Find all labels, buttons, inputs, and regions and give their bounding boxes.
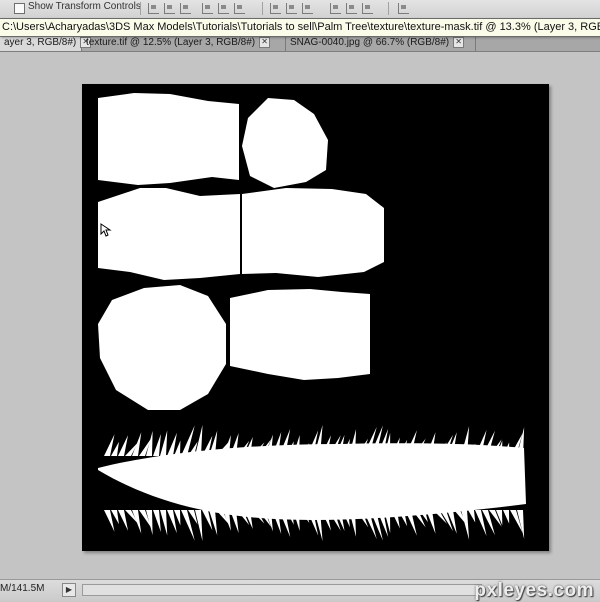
pxleyes-watermark: pxleyes.com	[474, 580, 594, 601]
align-right-edges-icon[interactable]	[234, 3, 245, 14]
toolbar-separator	[388, 2, 389, 15]
frond-spike	[167, 432, 177, 456]
align-bottom-edges-icon[interactable]	[180, 3, 191, 14]
workspace[interactable]	[0, 52, 600, 579]
distribute-left-icon[interactable]	[330, 3, 341, 14]
frond-spike	[160, 510, 168, 536]
close-icon[interactable]: ✕	[453, 36, 465, 48]
trunk-segment-mask	[98, 188, 240, 280]
tab-label: ayer 3, RGB/8#)	[4, 37, 77, 48]
tab-snag-0040[interactable]: SNAG-0040.jpg @ 66.7% (RGB/8#) ✕	[286, 36, 476, 51]
horizontal-scrollbar[interactable]	[82, 584, 482, 596]
frond-spike	[160, 430, 168, 456]
distribute-bottom-icon[interactable]	[302, 3, 313, 14]
toolbar-separator	[140, 2, 141, 15]
frond-spike	[167, 510, 177, 534]
frond-spike	[195, 510, 203, 542]
frond-spike	[349, 510, 357, 537]
auto-align-layers-icon[interactable]	[398, 3, 409, 14]
frond-spike	[118, 510, 129, 531]
document-canvas[interactable]	[82, 84, 549, 551]
frond-spike	[468, 510, 476, 523]
frond-spike	[349, 429, 357, 456]
status-menu-arrow-icon[interactable]: ▶	[62, 583, 76, 597]
frond-spike	[146, 510, 153, 536]
align-left-edges-icon[interactable]	[202, 3, 213, 14]
trunk-cap-mask	[242, 98, 328, 188]
texture-mask-image	[98, 93, 526, 542]
frond-spike	[461, 510, 470, 540]
distribute-vertical-centers-icon[interactable]	[286, 3, 297, 14]
align-top-edges-icon[interactable]	[148, 3, 159, 14]
trunk-segment-mask	[230, 289, 370, 380]
distribute-horizontal-centers-icon[interactable]	[346, 3, 357, 14]
frond-spike	[146, 430, 153, 456]
show-transform-controls-label: Show Transform Controls	[28, 1, 141, 12]
frond-spike	[153, 434, 161, 456]
show-transform-controls-checkbox[interactable]	[14, 3, 25, 14]
frond-spike	[293, 510, 300, 532]
close-icon[interactable]: ✕	[259, 36, 271, 48]
document-tab-bar: ayer 3, RGB/8#) ✕ texture.tif @ 12.5% (La…	[0, 36, 600, 52]
options-bar: Show Transform Controls	[0, 0, 600, 19]
status-bar: M/141.5M ▶ pxleyes.com	[0, 579, 600, 601]
toolbar-separator	[262, 2, 263, 15]
trunk-segment-mask	[242, 188, 384, 277]
align-vertical-centers-icon[interactable]	[164, 3, 175, 14]
frond-spike	[503, 510, 510, 524]
tab-texture-mask[interactable]: ayer 3, RGB/8#) ✕	[0, 36, 92, 51]
move-cursor-icon	[100, 223, 112, 237]
document-size-readout: M/141.5M	[0, 583, 45, 594]
align-horizontal-centers-icon[interactable]	[218, 3, 229, 14]
palm-leaf-mask	[98, 424, 526, 542]
distribute-right-icon[interactable]	[362, 3, 373, 14]
trunk-cap-mask	[98, 285, 226, 410]
frond-spike	[153, 510, 161, 532]
distribute-top-icon[interactable]	[270, 3, 281, 14]
tab-label: texture.tif @ 12.5% (Layer 3, RGB/8#)	[86, 37, 256, 48]
tab-label: SNAG-0040.jpg @ 66.7% (RGB/8#)	[290, 37, 450, 48]
frond-spike	[118, 435, 129, 456]
tab-texture[interactable]: texture.tif @ 12.5% (Layer 3, RGB/8#) ✕	[82, 36, 286, 51]
trunk-segment-mask	[98, 93, 239, 185]
document-path-tooltip: C:\Users\Acharyadas\3DS Max Models\Tutor…	[0, 18, 600, 37]
